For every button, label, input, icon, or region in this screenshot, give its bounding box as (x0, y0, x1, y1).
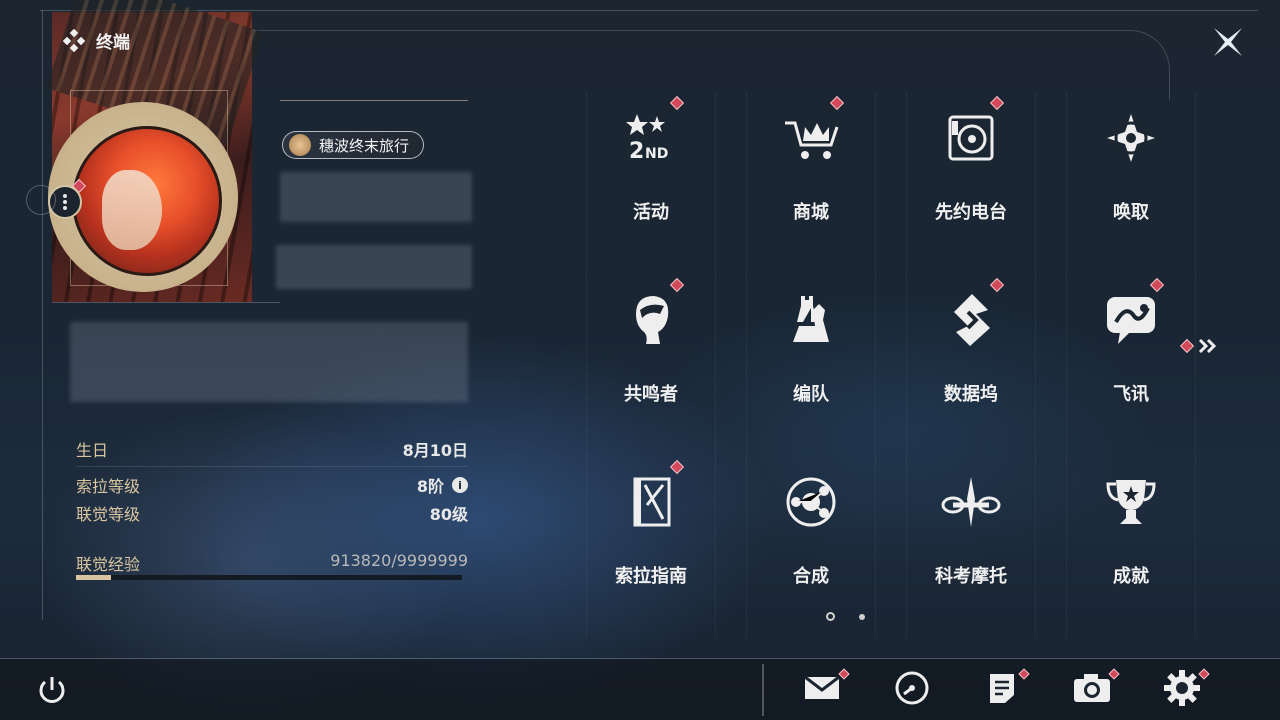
settings-button[interactable] (1160, 668, 1210, 712)
player-id-redacted (276, 245, 472, 289)
menu-item-label: 唤取 (1113, 202, 1149, 223)
menu-item-label: 索拉指南 (615, 566, 687, 587)
menu-item-messenger[interactable]: 飞讯 (1036, 274, 1196, 456)
menu-item-radio[interactable]: 先约电台 (876, 92, 1036, 274)
menu-item-event-2nd[interactable]: 2 ND 活动 (556, 92, 716, 274)
menu-item-label: 编队 (793, 384, 829, 405)
exp-progress-fill (76, 575, 111, 580)
exp-label: 联觉经验 (76, 555, 141, 574)
stat-value: 8阶 i (417, 473, 468, 497)
messenger-icon (1099, 288, 1163, 352)
event-2nd-icon: 2 ND (619, 106, 683, 170)
menu-item-shop-crown[interactable]: 商城 (716, 92, 876, 274)
exp-value: 913820/9999999 (330, 551, 468, 570)
title-badge[interactable]: 穗波终末旅行 (282, 131, 425, 159)
notes-icon (987, 671, 1017, 709)
frame-curve (250, 30, 1170, 100)
more-dots-icon (63, 194, 67, 210)
mail-button[interactable] (800, 668, 850, 712)
mail-icon (803, 673, 841, 707)
menu-item-label: 共鸣者 (624, 384, 678, 405)
close-button[interactable] (1208, 22, 1248, 62)
menu-item-resonator-head[interactable]: 共鸣者 (556, 274, 716, 456)
stat-label: 索拉等级 (76, 477, 141, 496)
pagination (826, 612, 865, 621)
gear-icon (1163, 669, 1201, 711)
menu-item-convene-compass[interactable]: 唤取 (1036, 92, 1196, 274)
motorcycle-icon (939, 470, 1003, 534)
menu-item-team-chess[interactable]: 编队 (716, 274, 876, 456)
function-grid: 2 ND 活动 商城 先约电台 唤取共鸣者 编队 数据坞 飞讯索拉指南 合成 科考摩托 成就 (556, 92, 1196, 638)
name-underline (280, 100, 468, 101)
menu-item-label: 合成 (793, 566, 829, 587)
stat-sol-level: 索拉等级 8阶 i (76, 473, 468, 497)
menu-item-label: 科考摩托 (935, 566, 1007, 587)
next-page-notification-dot (1179, 338, 1195, 354)
radio-icon (939, 106, 1003, 170)
clock-icon (894, 670, 930, 710)
trophy-icon (1099, 470, 1163, 534)
menu-item-guidebook[interactable]: 索拉指南 (556, 456, 716, 638)
page-header: 终端 (62, 28, 130, 53)
menu-item-synthesis[interactable]: 合成 (716, 456, 876, 638)
menu-item-label: 数据坞 (944, 384, 998, 405)
synthesis-icon (779, 470, 843, 534)
card-base-line (52, 302, 280, 303)
menu-item-label: 飞讯 (1113, 384, 1149, 405)
stat-union-level: 联觉等级 80级 (76, 501, 468, 525)
left-decoration (26, 185, 56, 215)
svg-text:2: 2 (629, 139, 644, 164)
stat-value: 8月10日 (402, 441, 468, 460)
guidebook-icon (619, 470, 683, 534)
shop-crown-icon (779, 106, 843, 170)
menu-item-label: 商城 (793, 202, 829, 223)
data-bank-icon (939, 288, 1003, 352)
menu-item-label: 活动 (633, 202, 669, 223)
camera-icon (1072, 672, 1112, 708)
svg-text:ND: ND (645, 146, 668, 162)
page-title: 终端 (96, 33, 130, 53)
menu-item-label: 先约电台 (935, 202, 1007, 223)
menu-item-data-bank[interactable]: 数据坞 (876, 274, 1036, 456)
team-chess-icon (779, 288, 843, 352)
clock-button[interactable] (890, 668, 934, 712)
frame-left-line (42, 10, 43, 620)
exp-row: 联觉经验 913820/9999999 (76, 551, 468, 575)
terminal-diamonds-icon (62, 28, 86, 52)
menu-item-motorcycle[interactable]: 科考摩托 (876, 456, 1036, 638)
bottom-divider (762, 664, 764, 716)
power-icon (39, 677, 65, 703)
badge-avatar-icon (289, 134, 311, 156)
frame-top-line (40, 10, 1258, 11)
exp-progress-bar (76, 575, 462, 580)
close-icon (1214, 28, 1242, 56)
notes-button[interactable] (980, 668, 1030, 712)
bottom-bar-line (0, 658, 1280, 659)
signature-redacted[interactable] (70, 322, 468, 402)
menu-item-label: 成就 (1113, 566, 1149, 587)
title-badge-label: 穗波终末旅行 (319, 136, 410, 155)
info-icon[interactable]: i (452, 477, 468, 493)
player-name-redacted (280, 172, 472, 222)
stat-birthday: 生日 8月10日 (76, 437, 468, 461)
page-dot-2[interactable] (859, 613, 865, 620)
convene-compass-icon (1099, 106, 1163, 170)
row-divider (76, 466, 468, 467)
next-page-button[interactable] (1179, 338, 1218, 354)
avatar-face (102, 170, 162, 250)
stat-label: 生日 (76, 441, 109, 460)
menu-item-trophy[interactable]: 成就 (1036, 456, 1196, 638)
page-dot-1[interactable] (826, 612, 835, 621)
power-button[interactable] (30, 668, 74, 712)
camera-button[interactable] (1070, 668, 1120, 712)
double-chevron-right-icon (1198, 338, 1217, 354)
resonator-head-icon (619, 288, 683, 352)
stat-label: 联觉等级 (76, 505, 141, 524)
stat-value: 80级 (429, 505, 468, 524)
